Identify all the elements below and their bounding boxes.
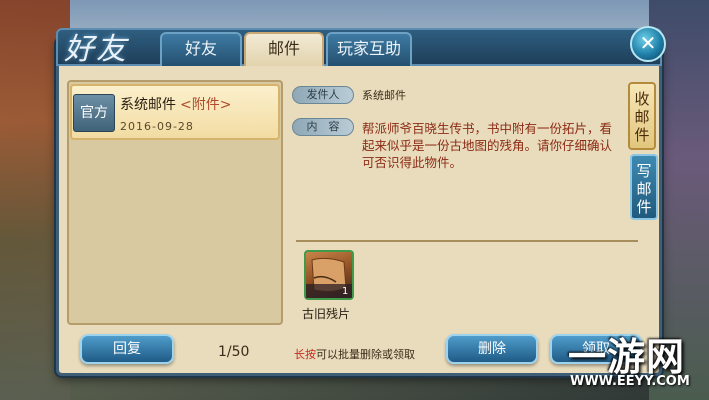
hint-rest: 可以批量删除或领取 bbox=[316, 348, 415, 361]
mail-item-subject: 系统邮件 bbox=[120, 97, 176, 113]
delete-button[interactable]: 删除 bbox=[446, 334, 538, 364]
tab-mail[interactable]: 邮件 bbox=[244, 32, 324, 66]
content-label: 内 容 bbox=[292, 118, 354, 136]
sender-label: 发件人 bbox=[292, 86, 354, 104]
attachment-divider bbox=[296, 240, 638, 242]
mail-item-title: 系统邮件 <附件> bbox=[120, 94, 231, 114]
watermark-url: WWW.EEYY.COM bbox=[570, 374, 690, 389]
attachment-quantity: 1 bbox=[342, 286, 349, 297]
close-x-icon: ✕ bbox=[639, 31, 657, 55]
official-badge: 官方 bbox=[73, 94, 115, 132]
attachment-tag: <附件> bbox=[180, 97, 232, 113]
tab-compose[interactable]: 写邮件 bbox=[630, 154, 658, 220]
sender-value: 系统邮件 bbox=[362, 89, 406, 102]
hint-long-press: 长按 bbox=[294, 348, 316, 361]
tab-inbox[interactable]: 收邮件 bbox=[628, 82, 656, 150]
tab-friends[interactable]: 好友 bbox=[160, 32, 242, 66]
mail-body-text: 帮派师爷百晓生传书，书中附有一份拓片，看起来似乎是一份古地图的残角。请你仔细确认… bbox=[362, 121, 613, 170]
close-button[interactable]: ✕ bbox=[630, 26, 666, 62]
page-counter: 1/50 bbox=[218, 344, 250, 360]
reply-button[interactable]: 回复 bbox=[80, 334, 174, 364]
tab-player-help[interactable]: 玩家互助 bbox=[326, 32, 412, 66]
window-title: 好友 bbox=[64, 32, 128, 67]
watermark-brand: 一游网 bbox=[568, 335, 686, 379]
attachment-name: 古旧残片 bbox=[302, 307, 351, 321]
mail-item-date: 2016-09-28 bbox=[120, 120, 194, 133]
batch-hint: 长按可以批量删除或领取 bbox=[294, 346, 415, 362]
